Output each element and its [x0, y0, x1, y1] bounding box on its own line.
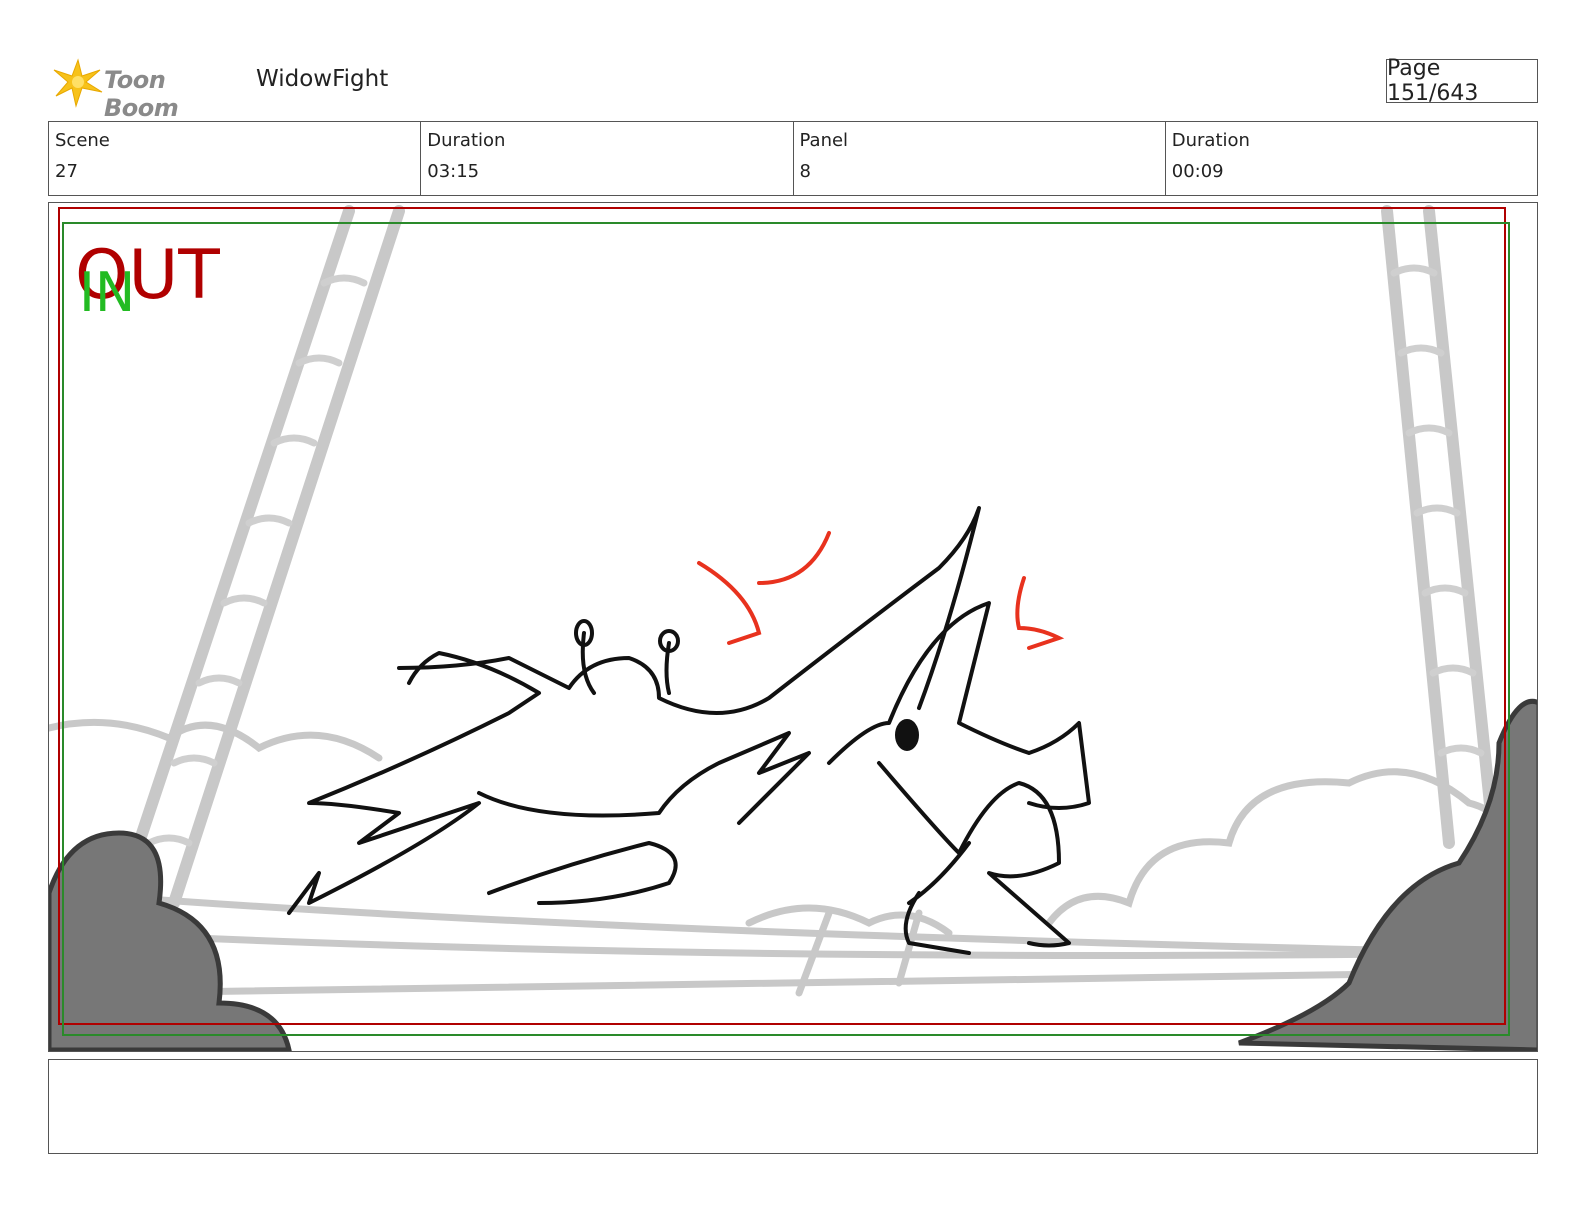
in-marker: IN — [79, 261, 135, 324]
panel-sketch: OUT IN — [49, 205, 1537, 1051]
out-frame-guide — [58, 207, 1506, 1025]
storyboard-panel: OUT IN — [48, 202, 1538, 1052]
character-sketch-right — [827, 601, 1091, 955]
panel-info-table: Scene 27 Duration 03:15 Panel 8 Duration… — [48, 121, 1538, 196]
panel-label: Panel — [799, 130, 849, 151]
panel-duration-label: Duration — [1171, 130, 1250, 151]
brand-name: Toon Boom — [104, 66, 179, 122]
character-antennae — [574, 619, 680, 653]
project-title: WidowFight — [256, 66, 389, 92]
character-sketch-left — [287, 506, 981, 915]
panel-duration-cell: Duration 00:09 — [1166, 122, 1537, 195]
toon-boom-logo: Toon Boom — [52, 56, 242, 122]
scene-label: Scene — [55, 130, 110, 151]
scene-duration-cell: Duration 03:15 — [421, 122, 794, 195]
scene-cell: Scene 27 — [49, 122, 422, 195]
caption-box — [48, 1059, 1538, 1154]
scene-value: 27 — [55, 161, 78, 182]
scene-duration-value: 03:15 — [427, 161, 480, 182]
scene-duration-label: Duration — [427, 130, 506, 151]
foreground-rocks — [49, 699, 1537, 1051]
panel-duration-value: 00:09 — [1171, 161, 1224, 182]
starburst-icon — [53, 58, 103, 108]
red-action-marks — [697, 531, 1065, 650]
panel-cell: Panel 8 — [794, 122, 1166, 195]
background-pillars — [113, 205, 1500, 909]
panel-value: 8 — [799, 161, 811, 182]
page-indicator: Page 151/643 — [1386, 56, 1538, 106]
